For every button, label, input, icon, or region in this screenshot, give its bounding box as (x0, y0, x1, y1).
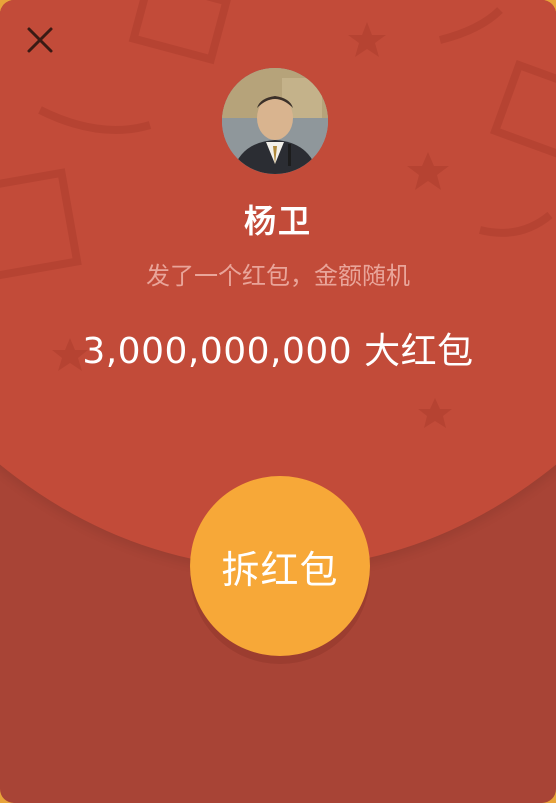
avatar-image (222, 68, 328, 174)
envelope-subtitle: 发了一个红包，金额随机 (146, 262, 410, 290)
open-envelope-label: 拆红包 (221, 547, 339, 592)
open-envelope-button[interactable]: 拆红包 (190, 476, 370, 656)
red-envelope: 杨卫 发了一个红包，金额随机 3,000,000,000 大红包 拆红包 (0, 0, 556, 803)
close-icon (27, 27, 53, 53)
close-button[interactable] (20, 20, 60, 60)
sender-name: 杨卫 (243, 202, 312, 240)
avatar (222, 68, 328, 174)
envelope-amount: 3,000,000,000 大红包 (82, 331, 474, 372)
